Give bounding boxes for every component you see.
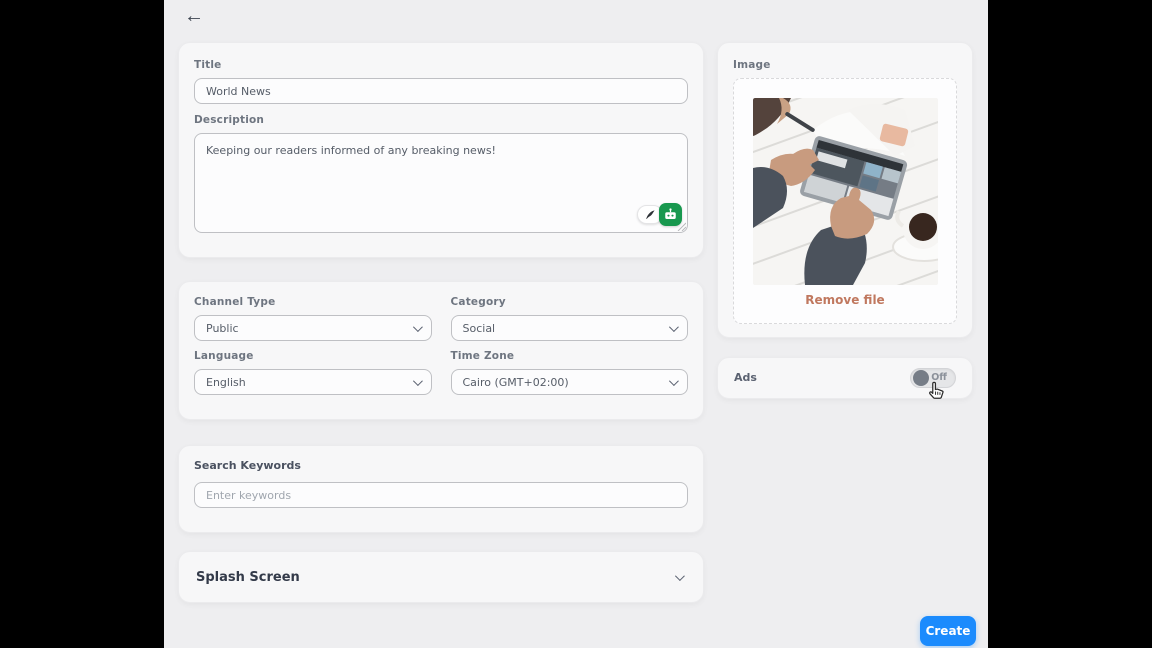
description-label: Description: [194, 114, 265, 126]
ai-writing-tools: [637, 203, 682, 226]
channel-type-label: Channel Type: [194, 296, 276, 308]
chevron-down-icon: [668, 321, 679, 332]
feather-pen-icon: [645, 210, 655, 219]
back-button[interactable]: ←: [180, 2, 208, 30]
chevron-down-icon: [412, 375, 423, 386]
category-field: Category Social: [450, 295, 688, 341]
channel-type-select[interactable]: Public: [194, 315, 432, 341]
search-keywords-input[interactable]: [194, 482, 688, 508]
language-label: Language: [194, 350, 254, 362]
channel-type-field: Channel Type Public: [194, 295, 432, 341]
time-zone-value: Cairo (GMT+02:00): [462, 375, 569, 389]
chevron-down-icon: [412, 321, 423, 332]
uploaded-image-tablet-photo: [752, 98, 938, 285]
ads-toggle[interactable]: Off: [910, 368, 956, 388]
image-upload-card: Image Remove file: [717, 42, 973, 338]
description-textarea[interactable]: Keeping our readers informed of any brea…: [194, 133, 688, 233]
channel-settings-card: Channel Type Public Category Social Lang…: [178, 281, 704, 420]
image-dropzone[interactable]: Remove file: [733, 78, 957, 324]
time-zone-field: Time Zone Cairo (GMT+02:00): [450, 349, 688, 395]
language-field: Language English: [194, 349, 432, 395]
language-value: English: [206, 375, 246, 389]
title-description-card: Title Description Keeping our readers in…: [178, 42, 704, 258]
category-value: Social: [462, 321, 496, 335]
image-label: Image: [733, 59, 771, 71]
toggle-knob: [913, 370, 929, 386]
splash-screen-label: Splash Screen: [196, 569, 300, 585]
chevron-down-icon: [668, 375, 679, 386]
time-zone-select[interactable]: Cairo (GMT+02:00): [450, 369, 688, 395]
ads-label: Ads: [734, 371, 757, 384]
category-label: Category: [450, 296, 506, 308]
search-keywords-label: Search Keywords: [194, 459, 301, 472]
title-input[interactable]: [194, 78, 688, 104]
remove-file-button[interactable]: Remove file: [734, 293, 956, 307]
app-screen: ← Title Description Keeping our readers …: [164, 0, 988, 648]
create-button[interactable]: Create: [920, 616, 976, 646]
ai-assistant-button[interactable]: [659, 203, 682, 226]
category-select[interactable]: Social: [450, 315, 688, 341]
back-arrow-icon: ←: [184, 4, 204, 27]
title-label: Title: [194, 59, 222, 71]
channel-type-value: Public: [206, 321, 239, 335]
robot-icon: [665, 208, 676, 219]
search-keywords-card: Search Keywords: [178, 445, 704, 533]
time-zone-label: Time Zone: [450, 350, 515, 362]
ads-card: Ads Off: [717, 357, 973, 399]
chevron-down-icon: [674, 570, 685, 581]
language-select[interactable]: English: [194, 369, 432, 395]
toggle-state-label: Off: [931, 372, 947, 383]
splash-screen-accordion[interactable]: Splash Screen: [178, 551, 704, 603]
description-textarea-wrap: Keeping our readers informed of any brea…: [194, 133, 688, 233]
